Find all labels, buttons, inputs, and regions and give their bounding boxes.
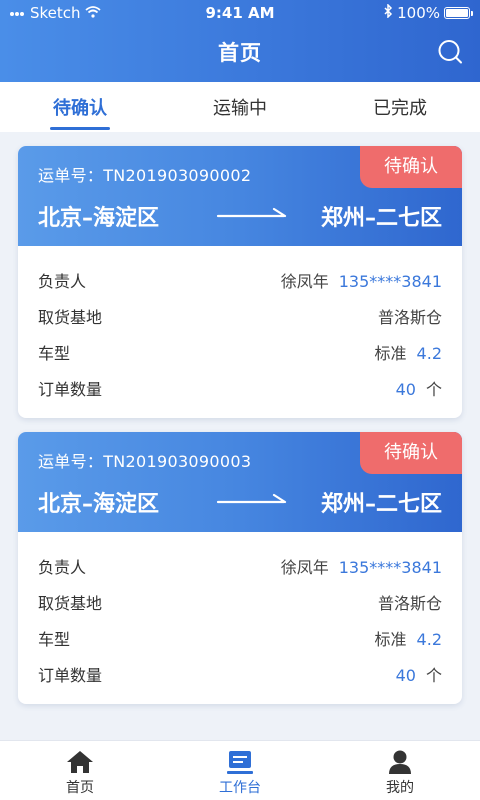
pickup-label: 取货基地 bbox=[38, 308, 103, 327]
waybill-number: 运单号：TN201903090003 bbox=[38, 452, 252, 471]
tabbar-home[interactable]: 首页 bbox=[0, 741, 160, 800]
order-card-header: 运单号：TN201903090002 待确认 北京–海淀区 郑州–二七区 bbox=[18, 146, 462, 246]
workbench-icon bbox=[227, 751, 253, 774]
quantity-number: 40 bbox=[395, 380, 416, 399]
user-icon bbox=[389, 750, 411, 774]
quantity-value: 40 个 bbox=[396, 662, 442, 686]
tabbar-mine[interactable]: 我的 bbox=[320, 741, 480, 800]
route-origin: 北京–海淀区 bbox=[38, 492, 160, 517]
status-bar: Sketch 9:41 AM 100% bbox=[0, 0, 480, 26]
vehicle-value: 标准 4.2 bbox=[375, 340, 442, 364]
search-button[interactable] bbox=[436, 38, 464, 66]
vehicle-label: 车型 bbox=[38, 630, 71, 649]
route-destination: 郑州–二七区 bbox=[320, 492, 442, 517]
top-header: Sketch 9:41 AM 100% 首页 bbox=[0, 0, 480, 82]
person-label: 负责人 bbox=[38, 272, 87, 291]
route: 北京–海淀区 郑州–二七区 bbox=[38, 200, 442, 234]
status-tabs: 待确认 运输中 已完成 bbox=[0, 82, 480, 132]
pickup-row: 取货基地 普洛斯仓 bbox=[38, 584, 442, 620]
vehicle-size: 4.2 bbox=[416, 344, 442, 363]
quantity-label: 订单数量 bbox=[38, 380, 103, 399]
person-label: 负责人 bbox=[38, 558, 87, 577]
bluetooth-icon bbox=[384, 3, 393, 22]
search-icon bbox=[438, 40, 462, 64]
order-card-body: 负责人 徐凤年 135****3841 取货基地 普洛斯仓 车型 标准 4.2 … bbox=[18, 532, 462, 692]
order-list: 运单号：TN201903090002 待确认 北京–海淀区 郑州–二七区 负责人… bbox=[0, 146, 480, 718]
person-row: 负责人 徐凤年 135****3841 bbox=[38, 548, 442, 584]
vehicle-type: 标准 bbox=[374, 630, 407, 649]
arrow-right-icon bbox=[216, 207, 287, 218]
order-card-body: 负责人 徐凤年 135****3841 取货基地 普洛斯仓 车型 标准 4.2 … bbox=[18, 246, 462, 406]
pickup-value: 普洛斯仓 bbox=[377, 308, 442, 327]
person-value: 徐凤年 135****3841 bbox=[281, 554, 442, 578]
order-card[interactable]: 运单号：TN201903090003 待确认 北京–海淀区 郑州–二七区 负责人… bbox=[18, 432, 462, 704]
page-title: 首页 bbox=[218, 41, 262, 65]
quantity-label: 订单数量 bbox=[38, 666, 103, 685]
status-badge: 待确认 bbox=[360, 432, 462, 474]
tabbar-workbench[interactable]: 工作台 bbox=[160, 741, 320, 800]
tab-completed[interactable]: 已完成 bbox=[320, 82, 480, 132]
quantity-row: 订单数量 40 个 bbox=[38, 656, 442, 692]
vehicle-size: 4.2 bbox=[416, 630, 442, 649]
quantity-row: 订单数量 40 个 bbox=[38, 370, 442, 406]
home-icon bbox=[67, 751, 93, 773]
vehicle-row: 车型 标准 4.2 bbox=[38, 620, 442, 656]
quantity-unit: 个 bbox=[425, 380, 442, 399]
route: 北京–海淀区 郑州–二七区 bbox=[38, 486, 442, 520]
vehicle-label: 车型 bbox=[38, 344, 71, 363]
vehicle-row: 车型 标准 4.2 bbox=[38, 334, 442, 370]
pickup-value: 普洛斯仓 bbox=[377, 594, 442, 613]
battery-icon bbox=[444, 7, 473, 19]
vehicle-type: 标准 bbox=[374, 344, 407, 363]
pickup-row: 取货基地 普洛斯仓 bbox=[38, 298, 442, 334]
status-badge: 待确认 bbox=[360, 146, 462, 188]
tab-in-transit[interactable]: 运输中 bbox=[160, 82, 320, 132]
tabbar-home-label: 首页 bbox=[66, 780, 94, 796]
battery-percent: 100% bbox=[397, 4, 440, 22]
pickup-label: 取货基地 bbox=[38, 594, 103, 613]
person-value: 徐凤年 135****3841 bbox=[281, 268, 442, 292]
person-row: 负责人 徐凤年 135****3841 bbox=[38, 262, 442, 298]
tabbar-mine-label: 我的 bbox=[386, 780, 414, 796]
tabbar-workbench-label: 工作台 bbox=[219, 780, 261, 796]
vehicle-value: 标准 4.2 bbox=[375, 626, 442, 650]
waybill-number: 运单号：TN201903090002 bbox=[38, 166, 252, 185]
person-phone[interactable]: 135****3841 bbox=[339, 558, 442, 577]
route-destination: 郑州–二七区 bbox=[320, 206, 442, 231]
quantity-unit: 个 bbox=[425, 666, 442, 685]
person-phone[interactable]: 135****3841 bbox=[339, 272, 442, 291]
person-name: 徐凤年 bbox=[280, 558, 329, 577]
tab-pending[interactable]: 待确认 bbox=[0, 82, 160, 132]
quantity-value: 40 个 bbox=[396, 376, 442, 400]
arrow-right-icon bbox=[216, 493, 287, 504]
order-card[interactable]: 运单号：TN201903090002 待确认 北京–海淀区 郑州–二七区 负责人… bbox=[18, 146, 462, 418]
route-origin: 北京–海淀区 bbox=[38, 206, 160, 231]
bottom-tab-bar: 首页 工作台 我的 bbox=[0, 740, 480, 800]
person-name: 徐凤年 bbox=[280, 272, 329, 291]
quantity-number: 40 bbox=[395, 666, 416, 685]
status-right: 100% bbox=[384, 3, 473, 22]
order-card-header: 运单号：TN201903090003 待确认 北京–海淀区 郑州–二七区 bbox=[18, 432, 462, 532]
